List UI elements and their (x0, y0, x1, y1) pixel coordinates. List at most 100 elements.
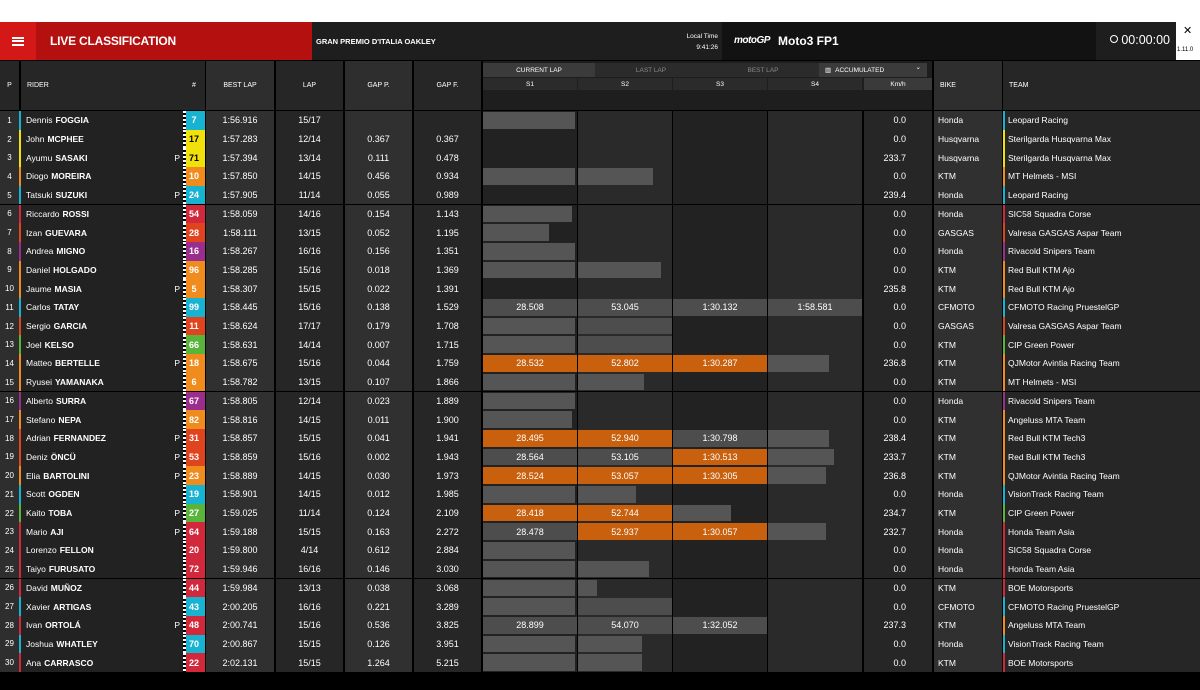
table-row[interactable]: 24 Lorenzo FELLON 20 1:59.800 4/14 0.612 2.884 0… (0, 541, 1200, 560)
team-name-text: QJMotor Avintia Racing Team (1008, 358, 1120, 369)
table-row[interactable]: 6 Riccardo ROSSI 54 1:58.059 14/16 0.154 1.143 0… (0, 204, 1200, 224)
table-row[interactable]: 25 Taiyo FURUSATO 72 1:59.946 16/16 0.146 3.030… (0, 559, 1200, 579)
best-lap-time: 1:58.307 (206, 279, 274, 298)
table-row[interactable]: 4 Diogo MOREIRA 10 1:57.850 14/15 0.456 0.934 0.… (0, 167, 1200, 186)
rider-name[interactable]: Carlos TATAY (21, 298, 183, 317)
menu-button[interactable] (0, 22, 36, 60)
sector-2: 54.070 (578, 615, 672, 635)
sector-3-time (673, 579, 767, 598)
rider-name[interactable]: Jaume MASIA P (21, 279, 183, 298)
table-row[interactable]: 21 Scott OGDEN 19 1:58.901 14/15 0.012 1.985 0.0… (0, 485, 1200, 504)
sector-3 (673, 148, 767, 168)
table-row[interactable]: 12 Sergio GARCIA 11 1:58.624 17/17 0.179 1.708 0… (0, 316, 1200, 336)
rider-name[interactable]: Xavier ARTIGAS (21, 597, 183, 616)
sector-4 (768, 485, 862, 504)
rider-number-value: 53 (188, 451, 199, 462)
rider-name[interactable]: Izan GUEVARA (21, 223, 183, 242)
rider-number-value: 67 (188, 395, 199, 406)
rider-name[interactable]: Ivan ORTOLÁ P (21, 615, 183, 635)
lap-count: 13/15 (276, 372, 343, 392)
table-row[interactable]: 27 Xavier ARTIGAS 43 2:00.205 16/16 0.221 3.289… (0, 597, 1200, 616)
sector-3-time (673, 223, 767, 242)
col-kmh: Km/h (864, 78, 932, 90)
position: 3 (0, 148, 19, 168)
sector-4-time (768, 653, 862, 672)
gap-first: 1.985 (414, 485, 481, 504)
rider-name[interactable]: Joel KELSO (21, 335, 183, 355)
rider-number-value: 22 (188, 657, 199, 668)
table-row[interactable]: 5 Tatsuki SUZUKI P 24 1:57.905 11/14 0.055 0.989… (0, 185, 1200, 205)
fullscreen-corner[interactable]: ✕ 1.11.0 (1176, 22, 1200, 60)
rider-name[interactable]: Mario AJI P (21, 522, 183, 542)
rider-name[interactable]: Stefano NEPA (21, 410, 183, 429)
best-lap-time: 1:58.675 (206, 354, 274, 373)
table-row[interactable]: 11 Carlos TATAY 99 1:58.445 15/16 0.138 1.529 28… (0, 298, 1200, 317)
bike-make: GASGAS (934, 223, 1002, 242)
top-speed: 0.0 (864, 597, 932, 616)
sector-1: 28.532 (483, 354, 577, 373)
table-row[interactable]: 19 Deniz ÖNCÜ P 53 1:58.859 15/16 0.002 1.943 28.… (0, 447, 1200, 467)
rider-name[interactable]: Diogo MOREIRA (21, 167, 183, 186)
rider-name[interactable]: Sergio GARCIA (21, 316, 183, 336)
rider-name[interactable]: Elia BARTOLINI P (21, 466, 183, 485)
table-row[interactable]: 28 Ivan ORTOLÁ P 48 2:00.741 15/16 0.536 3.825 28… (0, 615, 1200, 635)
rider-name[interactable]: Alberto SURRA (21, 391, 183, 411)
rider-name[interactable]: Scott OGDEN (21, 485, 183, 504)
table-row[interactable]: 20 Elia BARTOLINI P 23 1:58.889 14/15 0.030 1.97… (0, 466, 1200, 485)
rider-name[interactable]: Ana CARRASCO (21, 653, 183, 672)
sector-2-time: 53.057 (611, 470, 639, 481)
table-row[interactable]: 16 Alberto SURRA 67 1:58.805 12/14 0.023 1.889 0… (0, 391, 1200, 411)
rider-name[interactable]: Taiyo FURUSATO (21, 559, 183, 579)
rider-name[interactable]: John MCPHEE (21, 129, 183, 149)
table-row[interactable]: 9 Daniel HOLGADO 96 1:58.285 15/16 0.018 1.369 0… (0, 260, 1200, 280)
table-row[interactable]: 23 Mario AJI P 64 1:59.188 15/15 0.163 2.272 28.4… (0, 522, 1200, 542)
table-row[interactable]: 7 Izan GUEVARA 28 1:58.111 13/15 0.052 1.195 0.0… (0, 223, 1200, 242)
table-row[interactable]: 30 Ana CARRASCO 22 2:02.131 15/15 1.264 5.215 0.… (0, 653, 1200, 672)
rider-name[interactable]: Deniz ÖNCÜ P (21, 447, 183, 467)
table-row[interactable]: 29 Joshua WHATLEY 70 2:00.867 15/15 0.126 3.951… (0, 634, 1200, 654)
team-name: VisionTrack Racing Team (1003, 485, 1200, 504)
table-row[interactable]: 1 Dennis FOGGIA 7 1:56.916 15/17 0.0 Honda Leopa… (0, 111, 1200, 130)
lap-count: 14/16 (276, 204, 343, 224)
table-row[interactable]: 18 Adrian FERNANDEZ P 31 1:58.857 15/15 0.041 1.… (0, 428, 1200, 448)
table-row[interactable]: 3 Ayumu SASAKI P 71 1:57.394 13/14 0.111 0.478 23… (0, 148, 1200, 168)
tab-best-lap[interactable]: BEST LAP (707, 63, 819, 77)
rider-name[interactable]: Dennis FOGGIA (21, 111, 183, 130)
table-row[interactable]: 10 Jaume MASIA P 5 1:58.307 15/15 0.022 1.391 235… (0, 279, 1200, 298)
table-row[interactable]: 26 David MUÑOZ 44 1:59.984 13/13 0.038 3.068 0.0… (0, 578, 1200, 598)
rider-name[interactable]: Lorenzo FELLON (21, 541, 183, 560)
rider-number: 6 (183, 372, 205, 392)
rider-first-name: Alberto (26, 395, 53, 406)
best-lap-time: 1:58.059 (206, 204, 274, 224)
table-row[interactable]: 22 Kaito TOBA P 27 1:59.025 11/14 0.124 2.109 28.… (0, 503, 1200, 523)
rider-name[interactable]: Tatsuki SUZUKI P (21, 185, 183, 205)
rider-name[interactable]: Kaito TOBA P (21, 503, 183, 523)
rider-first-name: Joshua (26, 638, 54, 649)
team-color-stripe (1003, 615, 1005, 635)
rider-name[interactable]: Ayumu SASAKI P (21, 148, 183, 168)
rider-name[interactable]: David MUÑOZ (21, 578, 183, 598)
fullscreen-icon[interactable]: ✕ (1183, 24, 1192, 37)
sector-1 (483, 260, 577, 280)
rider-name[interactable]: Adrian FERNANDEZ P (21, 428, 183, 448)
table-row[interactable]: 2 John MCPHEE 17 1:57.283 12/14 0.367 0.367 0.0 H… (0, 129, 1200, 149)
tab-current-lap[interactable]: CURRENT LAP (483, 63, 595, 77)
lap-count: 14/14 (276, 335, 343, 355)
rider-name[interactable]: Andrea MIGNO (21, 241, 183, 261)
sector-4 (768, 335, 862, 355)
rider-name[interactable]: Daniel HOLGADO (21, 260, 183, 280)
checkered-flag-icon (183, 522, 186, 542)
rider-name[interactable]: Joshua WHATLEY (21, 634, 183, 654)
table-row[interactable]: 15 Ryusei YAMANAKA 6 1:58.782 13/15 0.107 1.866… (0, 372, 1200, 392)
table-row[interactable]: 8 Andrea MIGNO 16 1:58.267 16/16 0.156 1.351 0.0… (0, 241, 1200, 261)
rider-name[interactable]: Matteo BERTELLE P (21, 354, 183, 373)
sector-1: 28.495 (483, 428, 577, 448)
table-row[interactable]: 13 Joel KELSO 66 1:58.631 14/14 0.007 1.715 0.0 K… (0, 335, 1200, 355)
table-row[interactable]: 17 Stefano NEPA 82 1:58.816 14/15 0.011 1.900 0.… (0, 410, 1200, 429)
rider-name[interactable]: Riccardo ROSSI (21, 204, 183, 224)
table-row[interactable]: 14 Matteo BERTELLE P 18 1:58.675 15/16 0.044 1.7… (0, 354, 1200, 373)
accumulated-select[interactable]: ▥ ACCUMULATED ⌄ (819, 63, 927, 77)
tab-last-lap[interactable]: LAST LAP (595, 63, 707, 77)
rider-name[interactable]: Ryusei YAMANAKA (21, 372, 183, 392)
rider-number-value: 19 (188, 489, 199, 500)
